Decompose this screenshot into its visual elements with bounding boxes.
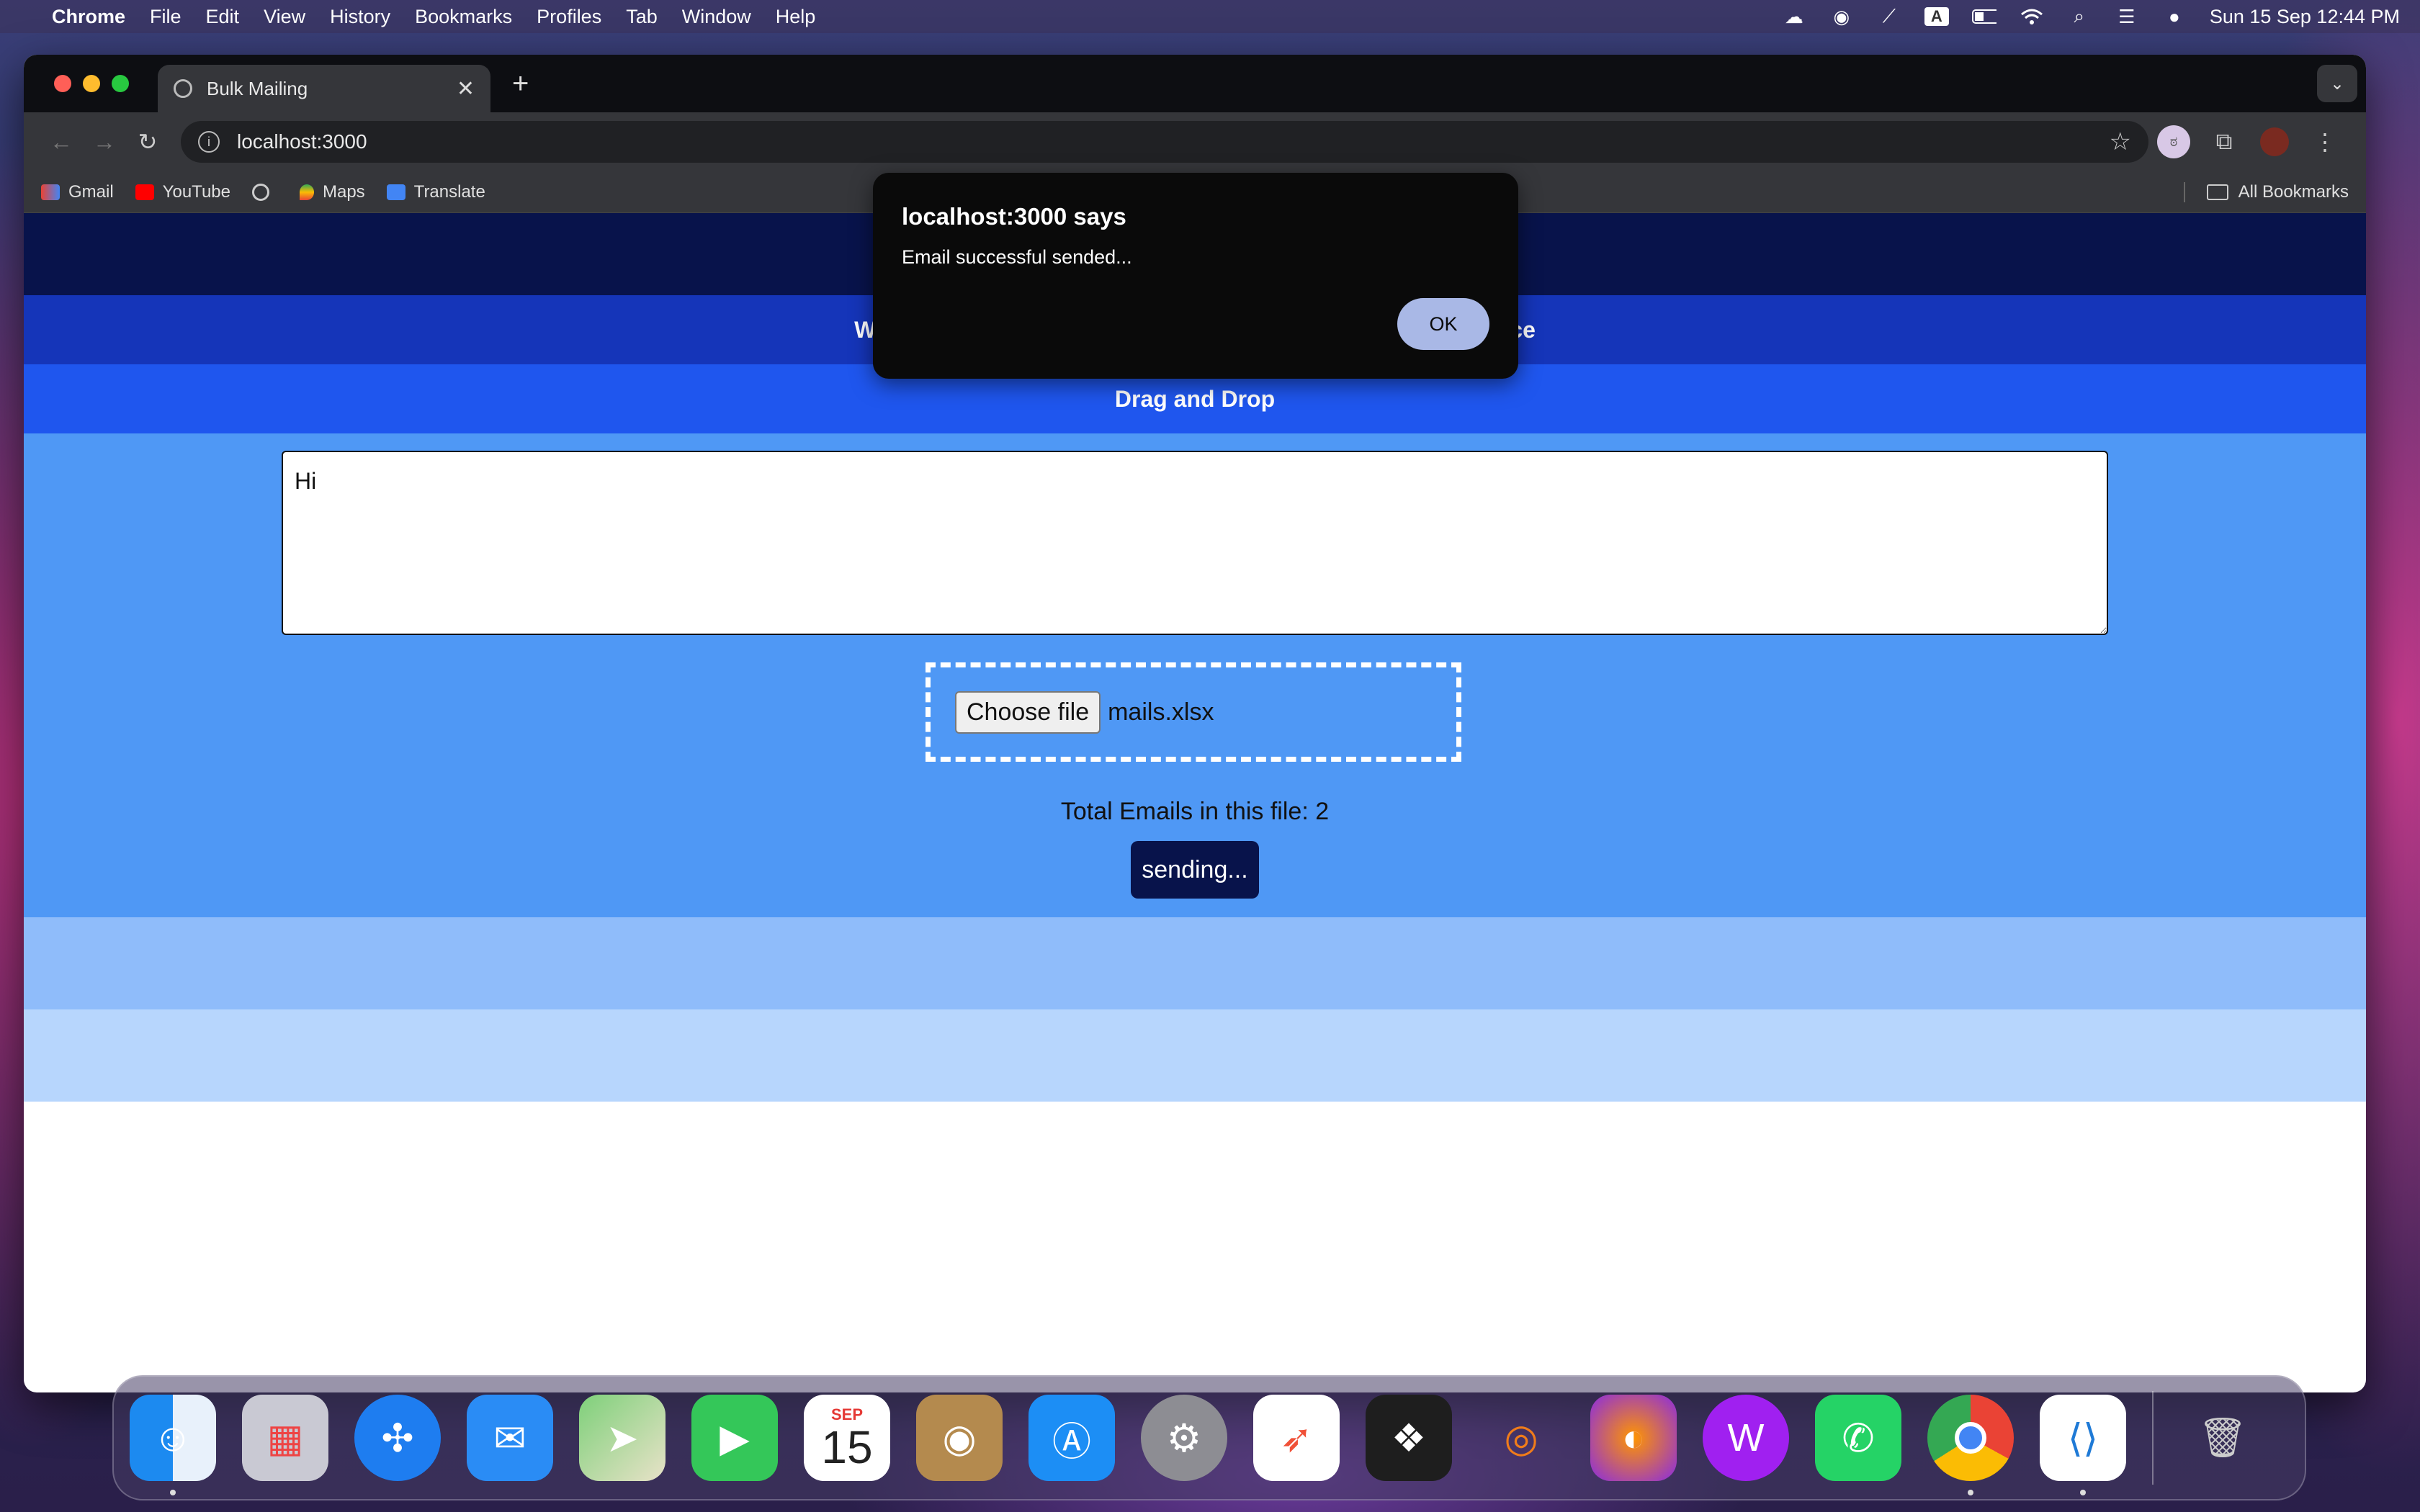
site-info-icon[interactable]: i (198, 131, 220, 153)
calendar-day: 15 (821, 1421, 873, 1473)
spotlight-search-icon[interactable]: ⌕ (2067, 5, 2092, 27)
browser-toolbar: ← → ↻ i localhost:3000 ☆ ಠ ⧉ ⋮ (24, 112, 2366, 171)
figma-icon[interactable]: ❖ (1366, 1395, 1452, 1481)
send-button[interactable]: sending... (1131, 841, 1259, 899)
maps-icon[interactable]: ➤ (579, 1395, 666, 1481)
tab-search-button[interactable]: ⌄ (2317, 65, 2357, 102)
account-avatar[interactable] (2249, 127, 2300, 156)
bookmark-gmail[interactable]: Gmail (41, 182, 114, 202)
bookmark-translate[interactable]: Translate (386, 182, 485, 202)
firefox-icon[interactable]: ◐ (1590, 1395, 1677, 1481)
address-bar[interactable]: i localhost:3000 ☆ (181, 121, 2148, 163)
extensions-icon[interactable]: ⧉ (2199, 128, 2249, 156)
alert-message: Email successful sended... (902, 246, 1132, 268)
reload-button[interactable]: ↻ (126, 128, 169, 156)
safari-icon[interactable]: ✣ (354, 1395, 441, 1481)
drag-drop-heading: Drag and Drop (1114, 385, 1276, 412)
close-window-button[interactable] (54, 75, 71, 92)
swift-icon[interactable]: ➶ (1253, 1395, 1340, 1481)
mail-icon[interactable]: ✉ (467, 1395, 553, 1481)
finder-icon[interactable]: ☺ (130, 1395, 216, 1495)
new-tab-button[interactable]: + (512, 68, 529, 100)
choose-file-button[interactable]: Choose file (955, 690, 1101, 734)
tab-bar: Bulk Mailing ✕ + ⌄ (24, 55, 2366, 112)
folder-icon (2206, 184, 2228, 200)
selected-file-name: mails.xlsx (1108, 698, 1214, 726)
chrome-icon[interactable] (1927, 1395, 2014, 1495)
web-page: W ce Drag and Drop Choose file mails.xls… (24, 213, 2366, 1336)
maps-pin-icon (299, 184, 314, 200)
message-textarea[interactable] (282, 451, 2108, 635)
facetime-icon[interactable]: ▶ (691, 1395, 778, 1481)
menu-edit[interactable]: Edit (206, 6, 240, 28)
file-drop-zone[interactable]: Choose file mails.xlsx (926, 662, 1461, 762)
bookmark-youtube[interactable]: YouTube (135, 182, 230, 202)
menu-view[interactable]: View (264, 6, 305, 28)
wifi-icon[interactable] (2020, 7, 2044, 26)
window-controls (54, 75, 129, 92)
back-button[interactable]: ← (40, 129, 83, 156)
siri-icon[interactable]: ● (2162, 6, 2187, 27)
light-band-2 (24, 1009, 2366, 1102)
input-source-icon[interactable]: A (1924, 7, 1949, 26)
whatsapp-icon[interactable]: ✆ (1815, 1395, 1901, 1481)
menu-bookmarks[interactable]: Bookmarks (415, 6, 512, 28)
calendar-icon[interactable]: SEP 15 (804, 1395, 890, 1481)
chrome-menu-icon[interactable]: ⋮ (2300, 128, 2350, 156)
gmail-icon (41, 184, 60, 200)
contacts-icon[interactable]: ◉ (916, 1395, 1003, 1481)
bookmark-globe[interactable] (251, 183, 278, 201)
blender-icon[interactable]: ◎ (1478, 1395, 1564, 1481)
alert-dialog: localhost:3000 says Email successful sen… (873, 173, 1518, 379)
wps-icon[interactable]: W (1703, 1395, 1789, 1481)
system-settings-icon[interactable]: ⚙ (1141, 1395, 1227, 1481)
youtube-icon (135, 184, 154, 200)
menu-history[interactable]: History (330, 6, 390, 28)
bookmark-maps[interactable]: Maps (299, 182, 365, 202)
control-center-icon[interactable]: ☰ (2115, 6, 2139, 27)
battery-icon[interactable] (1971, 7, 1996, 26)
tab-title: Bulk Mailing (207, 77, 308, 99)
bookmark-star-icon[interactable]: ☆ (2110, 127, 2131, 156)
menu-tab[interactable]: Tab (626, 6, 658, 28)
minimize-window-button[interactable] (83, 75, 100, 92)
launchpad-icon[interactable]: ▦ (242, 1395, 328, 1481)
globe-icon (174, 79, 192, 98)
menu-help[interactable]: Help (776, 6, 816, 28)
menu-bar: Chrome File Edit View History Bookmarks … (0, 0, 2420, 33)
dock-separator (2152, 1391, 2154, 1485)
total-emails-text: Total Emails in this file: 2 (1060, 798, 1330, 825)
dock: ☺ ▦ ✣ ✉ ➤ ▶ SEP 15 ◉ Ⓐ ⚙ ➶ ❖ ◎ ◐ W ✆ ⟨⟩ … (112, 1375, 2306, 1500)
trash-icon[interactable]: 🗑 (2179, 1395, 2266, 1481)
light-band-1 (24, 917, 2366, 1009)
zoom-window-button[interactable] (112, 75, 129, 92)
profile-avatar[interactable]: ಠ (2148, 125, 2199, 158)
forward-button[interactable]: → (83, 129, 126, 156)
bluetooth-off-icon[interactable]: ⟋ (1877, 5, 1901, 27)
close-tab-icon[interactable]: ✕ (457, 76, 475, 102)
alert-title: localhost:3000 says (902, 203, 1126, 230)
alert-ok-button[interactable]: OK (1397, 298, 1489, 350)
clock[interactable]: Sun 15 Sep 12:44 PM (2210, 6, 2400, 28)
form-area: Choose file mails.xlsx Total Emails in t… (24, 433, 2366, 917)
vscode-icon[interactable]: ⟨⟩ (2040, 1395, 2126, 1495)
translate-icon (386, 184, 405, 200)
app-store-icon[interactable]: Ⓐ (1028, 1395, 1115, 1481)
globe-icon (251, 183, 269, 201)
menu-profiles[interactable]: Profiles (537, 6, 601, 28)
user-account-icon[interactable]: ◉ (1829, 6, 1854, 27)
menu-file[interactable]: File (150, 6, 182, 28)
all-bookmarks-button[interactable]: All Bookmarks (2183, 181, 2349, 202)
creative-cloud-icon[interactable]: ☁ (1782, 6, 1806, 27)
url-text[interactable]: localhost:3000 (237, 130, 367, 153)
menu-window[interactable]: Window (682, 6, 751, 28)
tab-bulk-mailing[interactable]: Bulk Mailing ✕ (158, 65, 490, 112)
menu-app-name[interactable]: Chrome (52, 6, 125, 28)
